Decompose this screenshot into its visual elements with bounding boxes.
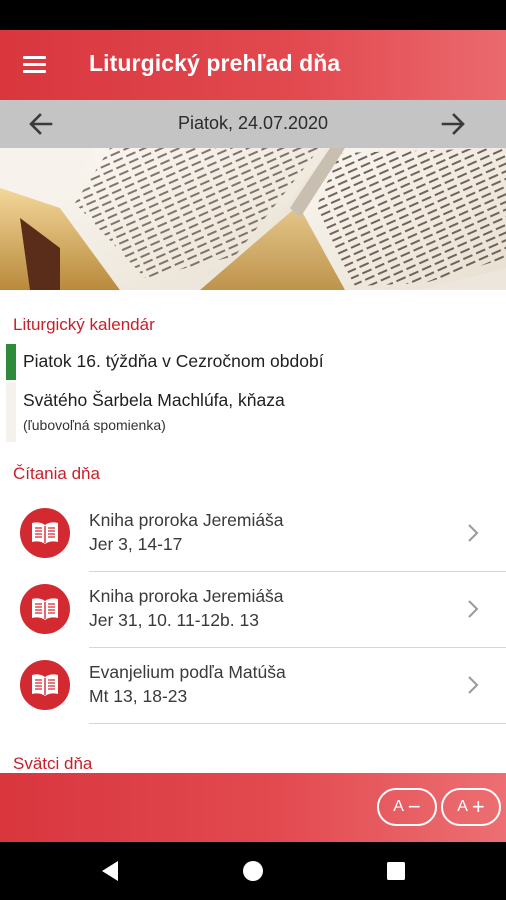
liturgical-color-indicator — [6, 344, 16, 380]
liturgical-color-indicator — [6, 382, 16, 442]
calendar-entry-weekday[interactable]: Piatok 16. týždňa v Cezročnom období — [6, 344, 506, 380]
reading-item[interactable]: Kniha proroka Jeremiáša Jer 31, 10. 11-1… — [0, 572, 506, 648]
reading-item[interactable]: Evanjelium podľa Matúša Mt 13, 18-23 — [0, 648, 506, 724]
reading-item[interactable]: Kniha proroka Jeremiáša Jer 3, 14-17 — [0, 496, 506, 572]
calendar-entry-title: Svätého Šarbela Machlúfa, kňaza — [23, 390, 285, 410]
arrow-right-icon[interactable] — [439, 110, 467, 138]
calendar-entry-rank: (ľubovoľná spomienka) — [23, 417, 166, 433]
plus-icon: + — [471, 794, 485, 819]
home-circle-icon[interactable] — [242, 860, 264, 887]
reading-book: Kniha proroka Jeremiáša — [89, 586, 284, 606]
recents-square-icon[interactable] — [387, 862, 405, 885]
reading-reference: Jer 31, 10. 11-12b. 13 — [89, 610, 259, 630]
chevron-right-icon — [466, 675, 480, 700]
reading-book: Evanjelium podľa Matúša — [89, 662, 286, 682]
open-book-icon — [20, 660, 70, 710]
system-navigation-bar — [0, 842, 506, 900]
liturgical-calendar-title: Liturgický kalendár — [13, 315, 155, 334]
chevron-right-icon — [466, 599, 480, 624]
calendar-entry-title: Piatok 16. týždňa v Cezročnom období — [23, 351, 324, 371]
bottom-toolbar: A − A + — [0, 773, 506, 842]
status-bar — [0, 0, 506, 30]
saints-title: Svätci dňa — [13, 754, 93, 773]
chevron-right-icon — [466, 523, 480, 548]
calendar-entry-memorial[interactable]: Svätého Šarbela Machlúfa, kňaza (ľubovoľ… — [6, 382, 506, 442]
readings-title: Čítania dňa — [13, 464, 100, 483]
content-area: Liturgický kalendár Piatok 16. týždňa v … — [0, 290, 506, 773]
app-bar: Liturgický prehľad dňa — [0, 30, 506, 100]
decrease-font-button[interactable]: A − — [377, 788, 437, 826]
reading-reference: Mt 13, 18-23 — [89, 686, 188, 706]
open-bible-image — [0, 148, 506, 290]
reading-book: Kniha proroka Jeremiáša — [89, 510, 284, 530]
current-date: Piatok, 24.07.2020 — [177, 113, 329, 133]
divider — [89, 723, 506, 724]
open-book-icon — [20, 584, 70, 634]
increase-font-label: A — [457, 798, 468, 815]
page-title: Liturgický prehľad dňa — [89, 50, 341, 76]
back-triangle-icon[interactable] — [100, 860, 120, 887]
decrease-font-label: A — [393, 798, 404, 815]
hamburger-menu-icon[interactable] — [14, 47, 54, 83]
open-book-icon — [20, 508, 70, 558]
increase-font-button[interactable]: A + — [441, 788, 501, 826]
reading-reference: Jer 3, 14-17 — [89, 534, 183, 554]
date-navigation-bar: Piatok, 24.07.2020 — [0, 100, 506, 148]
minus-icon: − — [407, 794, 421, 819]
